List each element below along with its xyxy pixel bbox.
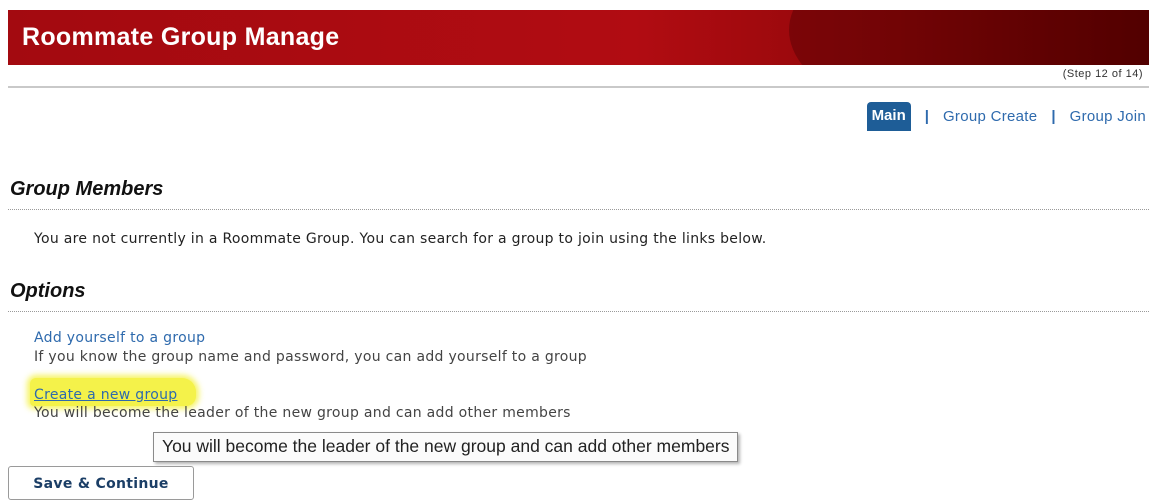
tab-group-create[interactable]: Group Create [943, 108, 1037, 125]
create-group-description: You will become the leader of the new gr… [34, 405, 571, 421]
tab-group-join[interactable]: Group Join [1070, 108, 1146, 125]
header-divider [8, 86, 1149, 88]
create-group-link[interactable]: Create a new group [34, 387, 177, 403]
group-members-heading: Group Members [10, 178, 164, 200]
tab-separator: | [1051, 108, 1056, 125]
section-divider [8, 311, 1149, 312]
add-yourself-link[interactable]: Add yourself to a group [34, 330, 205, 346]
save-continue-button[interactable]: Save & Continue [8, 466, 194, 500]
tooltip: You will become the leader of the new gr… [153, 432, 738, 462]
step-indicator: (Step 12 of 14) [1062, 68, 1143, 80]
page-header: Roommate Group Manage [8, 10, 1149, 65]
tab-separator: | [924, 108, 929, 125]
tab-main[interactable]: Main [866, 102, 911, 131]
options-heading: Options [10, 280, 86, 302]
add-yourself-description: If you know the group name and password,… [34, 349, 587, 365]
nav-tabs: Main | Group Create | Group Join [866, 102, 1146, 131]
page-title: Roommate Group Manage [22, 23, 340, 51]
group-status-message: You are not currently in a Roommate Grou… [34, 231, 767, 247]
section-divider [8, 209, 1149, 210]
